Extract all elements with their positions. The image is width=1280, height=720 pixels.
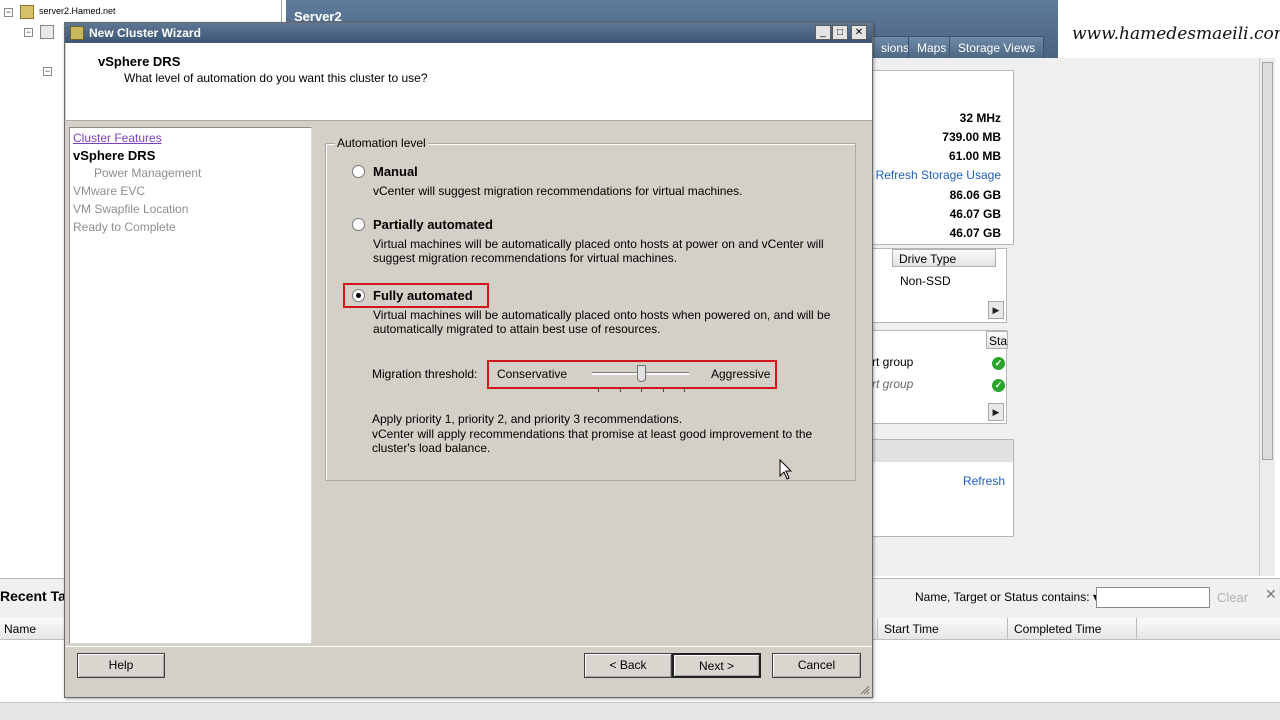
resize-grip-icon[interactable] — [858, 683, 870, 695]
step-ready-to-complete: Ready to Complete — [73, 220, 176, 234]
refresh-link[interactable]: Refresh — [963, 474, 1005, 488]
status-header[interactable]: Sta — [986, 331, 1008, 349]
mouse-cursor-icon — [779, 459, 793, 480]
filter-input[interactable] — [1096, 587, 1210, 608]
drive-type-header[interactable]: Drive Type — [892, 249, 996, 267]
step-cluster-features[interactable]: Cluster Features — [73, 131, 162, 145]
threshold-description-line3: cluster's load balance. — [372, 441, 491, 455]
wizard-steps-list: Cluster Features vSphere DRS Power Manag… — [69, 127, 312, 644]
dialog-title-bar[interactable]: New Cluster Wizard _ □ ✕ — [65, 23, 872, 43]
panel-title-bar — [872, 440, 1013, 462]
tree-collapse-icon[interactable]: − — [4, 8, 13, 17]
storage-value-1: 86.06 GB — [949, 188, 1001, 202]
vcenter-icon — [20, 5, 34, 19]
scrollbar-thumb[interactable] — [1262, 62, 1273, 460]
step-vsphere-drs: vSphere DRS — [73, 148, 156, 163]
status-ok-icon: ✓ — [992, 379, 1005, 392]
datacenter-icon — [40, 25, 54, 39]
close-icon[interactable]: ✕ — [1265, 586, 1277, 603]
step-vmware-evc: VMware EVC — [73, 184, 146, 198]
tree-collapse-icon[interactable]: − — [24, 28, 33, 37]
column-name[interactable]: Name — [4, 622, 36, 636]
cpu-usage-value: 32 MHz — [959, 111, 1001, 125]
close-button[interactable]: ✕ — [851, 25, 867, 40]
maximize-button[interactable]: □ — [832, 25, 848, 40]
cancel-button[interactable]: Cancel — [772, 653, 861, 678]
events-panel: Refresh — [872, 439, 1014, 537]
vertical-scrollbar[interactable] — [1259, 58, 1275, 576]
column-start-time[interactable]: Start Time — [877, 618, 1007, 639]
port-group-2: rt group — [872, 377, 914, 391]
fully-automated-description-line2: automatically migrated to attain best us… — [373, 322, 661, 336]
filter-field-dropdown[interactable]: Name, Target or Status contains: ▾ — [915, 590, 1099, 604]
threshold-description-line2: vCenter will apply recommendations that … — [372, 427, 813, 441]
network-panel: Sta rt group ✓ rt group ✓ ▶ — [872, 330, 1008, 424]
drive-type-value: Non-SSD — [900, 274, 951, 288]
threshold-max-label: Aggressive — [711, 367, 771, 381]
slider-tick — [684, 388, 685, 392]
overhead-value: 61.00 MB — [948, 149, 1001, 163]
tab-storage-views[interactable]: Storage Views — [949, 36, 1045, 58]
memory-usage-value: 739.00 MB — [942, 130, 1001, 144]
partially-automated-radio[interactable] — [352, 218, 365, 231]
storage-value-3: 46.07 GB — [949, 226, 1001, 240]
help-button[interactable]: Help — [77, 653, 165, 678]
cluster-app-icon — [70, 26, 84, 40]
threshold-description-line1: Apply priority 1, priority 2, and priori… — [372, 412, 683, 426]
footer-separator — [66, 646, 872, 647]
next-button[interactable]: Next > — [672, 653, 761, 678]
partially-automated-description-line2: suggest migration recommendations for vi… — [373, 251, 678, 265]
minimize-button[interactable]: _ — [815, 25, 831, 40]
partially-automated-description-line1: Virtual machines will be automatically p… — [373, 237, 824, 251]
manual-label[interactable]: Manual — [373, 164, 418, 179]
slider-tick — [598, 388, 599, 392]
tree-collapse-icon[interactable]: − — [43, 67, 52, 76]
partially-automated-label[interactable]: Partially automated — [373, 217, 493, 232]
column-completed-time[interactable]: Completed Time — [1007, 618, 1137, 639]
fully-automated-description-line1: Virtual machines will be automatically p… — [373, 308, 831, 322]
step-vm-swapfile-location: VM Swapfile Location — [73, 202, 189, 216]
storage-value-2: 46.07 GB — [949, 207, 1001, 221]
fully-automated-radio[interactable] — [352, 289, 365, 302]
automation-level-label: Automation level — [335, 136, 428, 150]
dialog-title: New Cluster Wizard — [89, 26, 201, 40]
port-group-1: rt group — [872, 355, 914, 369]
status-bar — [0, 702, 1280, 720]
tree-root-label[interactable]: server2.Hamed.net — [39, 6, 116, 16]
watermark-text: www.hamedesmaeili.com — [1072, 24, 1280, 44]
slider-tick — [641, 388, 642, 392]
step-power-management: Power Management — [94, 166, 202, 180]
page-subtitle: What level of automation do you want thi… — [124, 71, 428, 85]
page-title: vSphere DRS — [98, 54, 181, 69]
threshold-min-label: Conservative — [497, 367, 568, 381]
manual-description: vCenter will suggest migration recommend… — [373, 184, 743, 198]
datastore-panel: Drive Type Non-SSD ▶ — [872, 248, 1007, 323]
status-ok-icon: ✓ — [992, 357, 1005, 370]
new-cluster-wizard-dialog: New Cluster Wizard _ □ ✕ vSphere DRS Wha… — [64, 22, 873, 698]
wizard-header: vSphere DRS What level of automation do … — [66, 43, 872, 121]
recent-tasks-title: Recent Tas — [0, 588, 74, 604]
back-button[interactable]: < Back — [584, 653, 672, 678]
scroll-right-icon[interactable]: ▶ — [988, 301, 1004, 319]
scroll-right-icon[interactable]: ▶ — [988, 403, 1004, 421]
refresh-storage-usage-link[interactable]: Refresh Storage Usage — [876, 168, 1001, 182]
fully-automated-label[interactable]: Fully automated — [373, 288, 473, 303]
slider-thumb[interactable] — [637, 365, 646, 382]
clear-button[interactable]: Clear — [1217, 590, 1248, 605]
manual-radio[interactable] — [352, 165, 365, 178]
resources-panel: 32 MHz 739.00 MB 61.00 MB Refresh Storag… — [872, 70, 1014, 245]
slider-tick — [620, 388, 621, 392]
slider-tick — [663, 388, 664, 392]
migration-threshold-label: Migration threshold: — [372, 367, 478, 381]
summary-area: 32 MHz 739.00 MB 61.00 MB Refresh Storag… — [872, 58, 1262, 576]
